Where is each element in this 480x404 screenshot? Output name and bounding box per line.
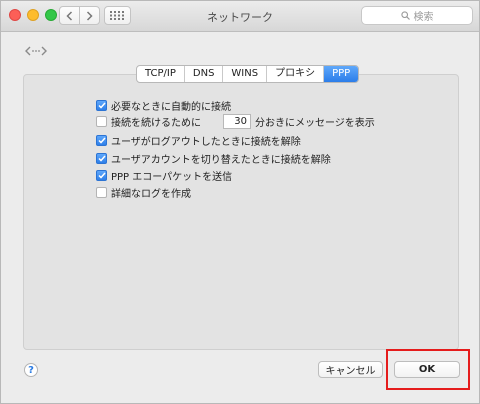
disconnect-logout-checkbox[interactable] [96,135,107,146]
checkmark-icon [97,172,106,179]
search-field[interactable]: 検索 [361,6,473,25]
option-auto-connect[interactable]: 必要なときに自動的に接続 [96,98,231,113]
verbose-log-label: 詳細なログを作成 [111,189,191,200]
option-ppp-echo[interactable]: PPP エコーパケットを送信 [96,168,232,183]
auto-connect-checkbox[interactable] [96,100,107,111]
search-icon [400,11,410,20]
auto-connect-label: 必要なときに自動的に接続 [111,102,231,113]
tab-wins[interactable]: WINS [223,66,268,82]
cancel-button[interactable]: キャンセル [318,361,383,378]
checkmark-icon [97,137,106,144]
help-button[interactable]: ? [24,363,38,377]
tab-ppp[interactable]: PPP [324,66,359,82]
option-verbose-log[interactable]: 詳細なログを作成 [96,185,191,200]
checkmark-icon [97,102,106,109]
keepalive-minutes-field[interactable]: 30 [223,114,251,129]
disconnect-switch-checkbox[interactable] [96,153,107,164]
option-disconnect-switch[interactable]: ユーザアカウントを切り替えたときに接続を解除 [96,151,331,166]
title-bar: ネットワーク 検索 [1,1,479,32]
checkmark-icon [97,155,106,162]
option-disconnect-logout[interactable]: ユーザがログアウトしたときに接続を解除 [96,133,301,148]
settings-tabs: TCP/IP DNS WINS プロキシ PPP [136,65,360,83]
keepalive-checkbox[interactable] [96,116,107,127]
verbose-log-checkbox[interactable] [96,187,107,198]
tab-proxy[interactable]: プロキシ [267,66,325,82]
keepalive-label-before: 接続を続けるために [111,118,201,129]
network-preferences-window: ネットワーク 検索 TCP/IP DNS WINS プロキシ PPP 必要なとき… [0,0,480,404]
highlight-frame [386,349,470,390]
ppp-echo-checkbox[interactable] [96,170,107,181]
tab-dns[interactable]: DNS [185,66,224,82]
disconnect-logout-label: ユーザがログアウトしたときに接続を解除 [111,137,301,148]
network-arrows-icon [25,45,47,60]
search-placeholder: 検索 [413,12,434,23]
disconnect-switch-label: ユーザアカウントを切り替えたときに接続を解除 [111,155,331,166]
ppp-echo-label: PPP エコーパケットを送信 [111,172,233,183]
keepalive-label-after: 分おきにメッセージを表示 [255,118,375,129]
tab-tcpip[interactable]: TCP/IP [137,66,185,82]
option-keepalive[interactable]: 接続を続けるために 30 分おきにメッセージを表示 [96,114,375,129]
